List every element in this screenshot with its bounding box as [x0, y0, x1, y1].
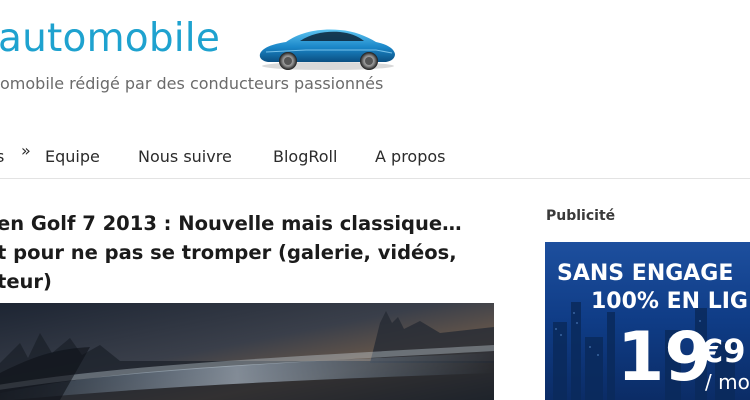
nav-item-equipe[interactable]: Equipe	[45, 147, 100, 166]
submenu-chevron-icon[interactable]: »	[21, 141, 31, 160]
ad-headline-line2: 100% EN LIG	[591, 289, 748, 314]
nav-item-truncated[interactable]: s	[0, 147, 4, 166]
ad-headline-line1: SANS ENGAGE	[557, 261, 734, 286]
ad-price-cents: €9	[701, 332, 746, 370]
main-navigation: s » Equipe Nous suivre BlogRoll A propos	[0, 138, 750, 179]
article-title-line[interactable]: teur)	[0, 267, 487, 296]
nav-item-nous-suivre[interactable]: Nous suivre	[138, 147, 232, 166]
ad-price-main: 19	[617, 318, 712, 397]
nav-item-blogroll[interactable]: BlogRoll	[273, 147, 337, 166]
nav-item-a-propos[interactable]: A propos	[375, 147, 445, 166]
sidebar-heading: Publicité	[546, 208, 616, 224]
article-title[interactable]: en Golf 7 2013 : Nouvelle mais classique…	[0, 209, 487, 296]
advertisement-banner[interactable]: SANS ENGAGE 100% EN LIG 19 €9 / mo	[545, 242, 750, 400]
site-title[interactable]: automobile	[0, 16, 220, 61]
article-title-line[interactable]: t pour ne pas se tromper (galerie, vidéo…	[0, 238, 487, 267]
article-title-line[interactable]: en Golf 7 2013 : Nouvelle mais classique…	[0, 209, 487, 238]
ad-price-unit: / mo	[705, 370, 750, 394]
article-image[interactable]	[0, 303, 494, 400]
site-tagline: omobile rédigé par des conducteurs passi…	[0, 74, 384, 93]
sports-car-icon	[259, 29, 395, 70]
